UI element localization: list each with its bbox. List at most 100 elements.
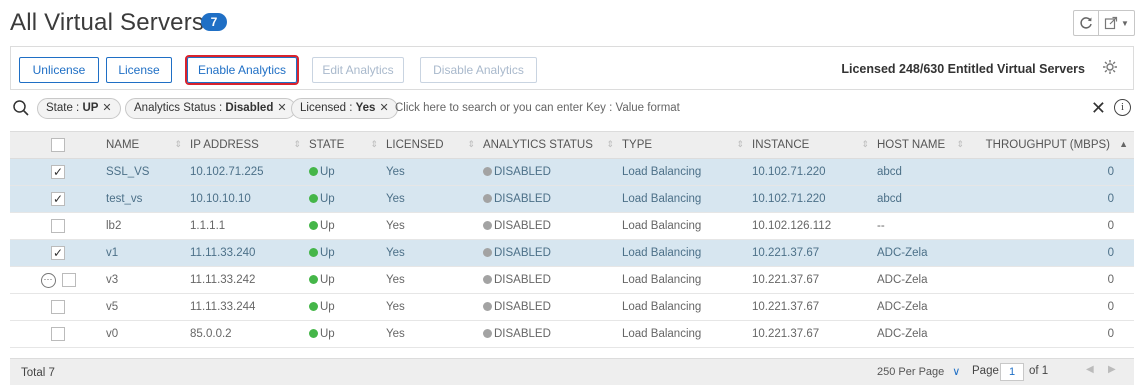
row-checkbox[interactable] — [51, 327, 65, 341]
status-disabled-icon — [483, 167, 492, 176]
header-actions: ▼ — [1073, 10, 1135, 36]
sort-icon: ⇕ — [606, 139, 614, 149]
disable-analytics-button[interactable]: Disable Analytics — [420, 57, 537, 83]
filter-chip-analytics-status[interactable]: Analytics Status : Disabled ✕ — [125, 98, 296, 119]
cell-type: Load Balancing — [622, 320, 752, 348]
cell-instance: 10.221.37.67 — [752, 239, 877, 267]
cell-licensed: Yes — [386, 293, 483, 321]
cell-ip-address: 85.0.0.2 — [190, 320, 309, 348]
close-icon[interactable]: ✕ — [379, 102, 388, 114]
clear-search-icon[interactable]: ✕ — [1091, 98, 1106, 119]
page-number-input[interactable]: 1 — [1000, 363, 1024, 381]
column-header-analytics-status[interactable]: ANALYTICS STATUS ⇕ — [483, 131, 622, 159]
chevron-down-icon: ∨ — [952, 366, 961, 378]
page-total-label: of 1 — [1029, 365, 1049, 377]
table-row[interactable]: ✓ v1 11.11.33.240 Up Yes DISABLED Load Balanci… — [10, 239, 1134, 267]
column-header-host-name[interactable]: HOST NAME ⇕ — [877, 131, 972, 159]
table-row[interactable]: v0 85.0.0.2 Up Yes DISABLED Load Balancing 10.… — [10, 320, 1134, 348]
column-header-name[interactable]: NAME ⇕ — [106, 131, 190, 159]
sort-icon: ⇕ — [736, 139, 744, 149]
column-header-throughput[interactable]: THROUGHPUT (MBPS) ▲ — [972, 131, 1134, 159]
sort-icon: ⇕ — [370, 139, 378, 149]
export-button[interactable]: ▼ — [1099, 10, 1135, 36]
cell-host-name: abcd — [877, 158, 972, 186]
cell-name: SSL_VS — [106, 158, 190, 186]
chip-value: Disabled — [225, 102, 274, 114]
select-all-header[interactable] — [10, 131, 106, 159]
table-footer: Total 7 250 Per Page ∨ Page 1 of 1 ◀ ▶ — [10, 358, 1134, 385]
total-count: Total 7 — [21, 367, 55, 379]
row-select-cell[interactable]: ··· — [10, 266, 106, 294]
more-actions-icon[interactable]: ··· — [40, 272, 56, 288]
column-header-state[interactable]: STATE ⇕ — [309, 131, 386, 159]
cell-licensed: Yes — [386, 239, 483, 267]
row-select-cell[interactable] — [10, 293, 106, 321]
row-checkbox[interactable] — [51, 219, 65, 233]
filter-chip-licensed[interactable]: Licensed : Yes ✕ — [291, 98, 398, 119]
row-select-cell[interactable]: ✓ — [10, 158, 106, 186]
cell-ip-address: 11.11.33.244 — [190, 293, 309, 321]
cell-ip-address: 1.1.1.1 — [190, 212, 309, 240]
table-row[interactable]: lb2 1.1.1.1 Up Yes DISABLED Load Balancing 10.… — [10, 212, 1134, 240]
cell-throughput: 0 — [972, 239, 1134, 267]
cell-throughput: 0 — [972, 266, 1134, 294]
virtual-servers-table: NAME ⇕ IP ADDRESS ⇕ STATE ⇕ LICENSED ⇕ ANALY… — [10, 131, 1134, 348]
cell-licensed: Yes — [386, 320, 483, 348]
cell-type: Load Balancing — [622, 158, 752, 186]
table-row[interactable]: ··· v3 11.11.33.242 Up Yes DISABLED Load Balan… — [10, 266, 1134, 294]
cell-instance: 10.102.71.220 — [752, 185, 877, 213]
row-checkbox[interactable]: ✓ — [51, 192, 65, 206]
row-checkbox[interactable]: ✓ — [51, 246, 65, 260]
search-bar[interactable]: State : UP ✕ Analytics Status : Disabled ✕… — [10, 95, 1134, 123]
column-header-type[interactable]: TYPE ⇕ — [622, 131, 752, 159]
next-page-icon[interactable]: ▶ — [1108, 364, 1116, 375]
cell-analytics-status: DISABLED — [483, 212, 622, 240]
row-checkbox[interactable]: ✓ — [51, 165, 65, 179]
cell-throughput: 0 — [972, 212, 1134, 240]
close-icon[interactable]: ✕ — [102, 102, 111, 114]
unlicense-button[interactable]: Unlicense — [19, 57, 99, 83]
license-button[interactable]: License — [106, 57, 172, 83]
refresh-button[interactable] — [1073, 10, 1099, 36]
status-up-icon — [309, 329, 318, 338]
cell-host-name: ADC-Zela — [877, 293, 972, 321]
table-row[interactable]: ✓ SSL_VS 10.102.71.225 Up Yes DISABLED Load Ba… — [10, 158, 1134, 186]
previous-page-icon[interactable]: ◀ — [1086, 364, 1094, 375]
chip-key: Licensed : — [300, 102, 356, 114]
status-disabled-icon — [483, 221, 492, 230]
cell-name: v5 — [106, 293, 190, 321]
row-select-cell[interactable] — [10, 320, 106, 348]
table-row[interactable]: v5 11.11.33.244 Up Yes DISABLED Load Balancin… — [10, 293, 1134, 321]
page-label: Page — [972, 365, 999, 377]
row-select-cell[interactable]: ✓ — [10, 239, 106, 267]
status-disabled-icon — [483, 302, 492, 311]
per-page-select[interactable]: 250 Per Page ∨ — [877, 363, 960, 382]
table-row[interactable]: ✓ test_vs 10.10.10.10 Up Yes DISABLED Load Bal… — [10, 185, 1134, 213]
cell-ip-address: 11.11.33.242 — [190, 266, 309, 294]
row-checkbox[interactable] — [61, 273, 76, 287]
column-header-ip-address[interactable]: IP ADDRESS ⇕ — [190, 131, 309, 159]
close-icon[interactable]: ✕ — [277, 102, 286, 114]
chip-value: UP — [82, 102, 99, 114]
status-disabled-icon — [483, 248, 492, 257]
column-header-licensed[interactable]: LICENSED ⇕ — [386, 131, 483, 159]
sort-icon: ⇕ — [293, 139, 301, 149]
page-header: All Virtual Servers 7 ▼ — [0, 0, 1144, 46]
select-all-checkbox[interactable] — [51, 138, 65, 152]
row-checkbox[interactable] — [51, 300, 65, 314]
sort-icon: ⇕ — [861, 139, 869, 149]
cell-state: Up — [309, 158, 386, 186]
info-icon[interactable]: i — [1114, 99, 1131, 116]
row-select-cell[interactable] — [10, 212, 106, 240]
status-disabled-icon — [483, 194, 492, 203]
enable-analytics-button[interactable]: Enable Analytics — [185, 55, 299, 85]
search-input[interactable]: Click here to search or you can enter Ke… — [395, 102, 680, 114]
settings-button[interactable] — [1099, 58, 1121, 80]
column-header-instance[interactable]: INSTANCE ⇕ — [752, 131, 877, 159]
chip-key: State : — [46, 102, 83, 114]
gear-icon — [1103, 60, 1117, 74]
cell-host-name: ADC-Zela — [877, 266, 972, 294]
filter-chip-state[interactable]: State : UP ✕ — [37, 98, 121, 119]
edit-analytics-button[interactable]: Edit Analytics — [312, 57, 404, 83]
row-select-cell[interactable]: ✓ — [10, 185, 106, 213]
